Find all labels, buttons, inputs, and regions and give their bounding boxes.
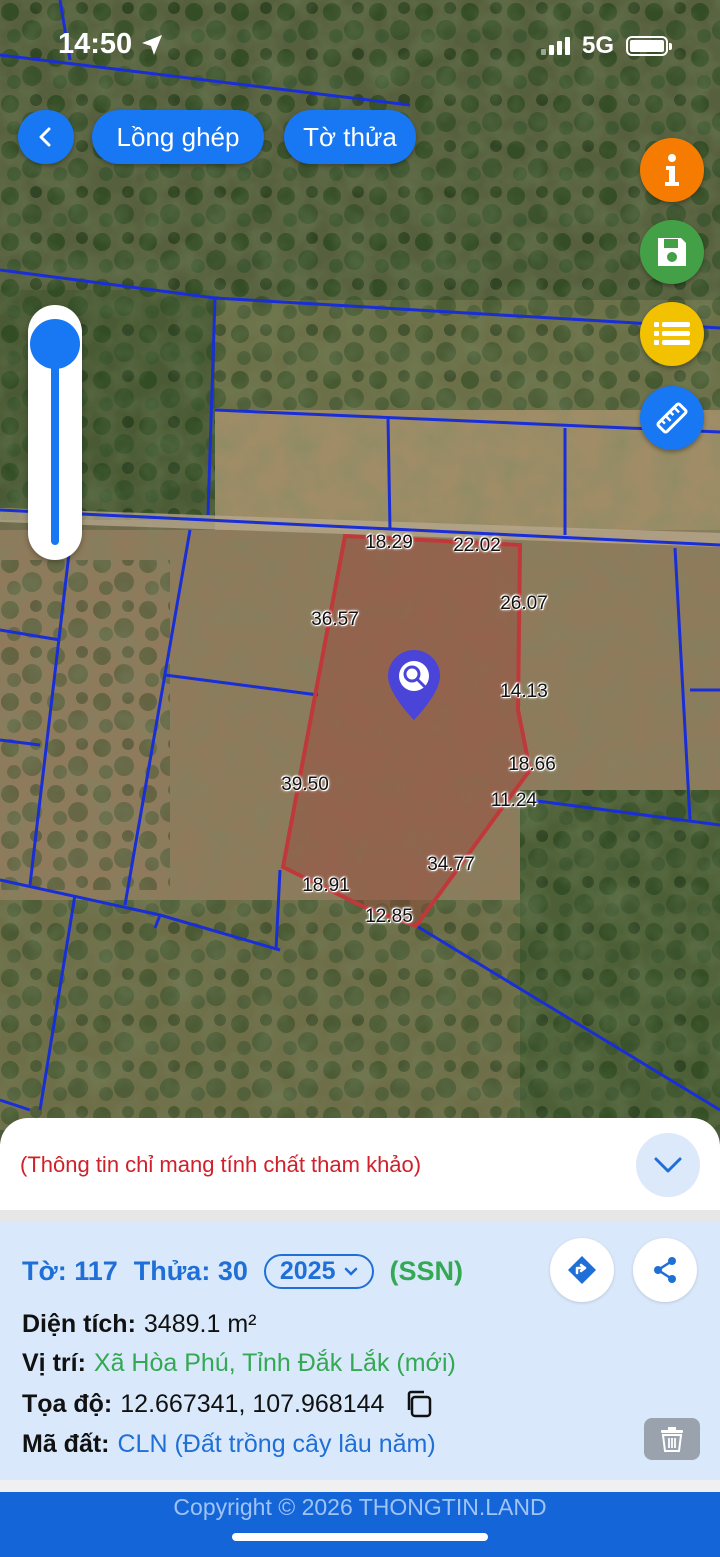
share-icon <box>654 1257 676 1283</box>
location-label: Vị trí: <box>22 1349 86 1377</box>
overlay-button[interactable]: Lồng ghép <box>92 110 264 164</box>
copy-icon[interactable] <box>404 1389 434 1419</box>
network-type: 5G <box>581 32 614 59</box>
zoom-handle[interactable] <box>30 319 80 369</box>
coordinates-label: Tọa độ: <box>22 1389 113 1418</box>
sheet-plot-button[interactable]: Tờ thửa <box>284 110 416 164</box>
battery-icon <box>626 36 672 56</box>
measure-button[interactable] <box>640 386 704 450</box>
save-icon <box>658 238 686 266</box>
trash-icon <box>661 1427 683 1452</box>
zoom-track <box>51 345 59 545</box>
land-code-label: Mã đất: <box>22 1430 110 1458</box>
map-canvas <box>0 0 720 1130</box>
directions-icon <box>568 1256 596 1284</box>
dimension-label: 18.29 <box>365 532 413 553</box>
chevron-left-icon <box>39 127 51 147</box>
sheet-number: Tờ: 117 <box>22 1256 118 1287</box>
list-button[interactable] <box>640 302 704 366</box>
land-code-row: Mã đất: CLN (Đất trồng cây lâu năm) <box>22 1430 436 1459</box>
dimension-label: 39.50 <box>281 774 329 795</box>
dimension-label: 18.66 <box>508 754 556 775</box>
zoom-slider[interactable] <box>28 305 82 560</box>
home-indicator[interactable] <box>232 1533 488 1541</box>
dimension-label: 11.24 <box>490 790 538 811</box>
copyright-text: Copyright © 2026 THONGTIN.LAND <box>173 1494 547 1520</box>
info-button[interactable] <box>640 138 704 202</box>
plot-value: 30 <box>217 1256 248 1286</box>
year-value: 2025 <box>279 1257 336 1285</box>
chevron-down-icon <box>344 1267 357 1276</box>
chevron-down-icon <box>654 1157 682 1173</box>
year-select[interactable]: 2025 <box>263 1254 374 1289</box>
satellite-map[interactable]: 18.29 22.02 26.07 36.57 14.13 18.66 39.5… <box>0 0 720 1130</box>
dimension-label: 14.13 <box>500 681 548 702</box>
plot-label: Thửa: <box>133 1256 211 1286</box>
sheet-label: Tờ: <box>22 1256 67 1286</box>
location-value: Xã Hòa Phú, Tỉnh Đắk Lắk (mới) <box>93 1349 456 1377</box>
plot-number: Thửa: 30 <box>134 1256 248 1287</box>
area-label: Diện tích: <box>22 1310 136 1338</box>
dimension-label: 26.07 <box>500 593 548 614</box>
dimension-label: 34.77 <box>427 854 475 875</box>
footer-divider <box>0 1480 720 1492</box>
directions-button[interactable] <box>550 1238 614 1302</box>
coordinates-value: 12.667341, 107.968144 <box>120 1389 385 1418</box>
back-button[interactable] <box>18 110 74 164</box>
signal-icon <box>540 37 570 55</box>
coordinates-row: Tọa độ: 12.667341, 107.968144 <box>22 1389 434 1419</box>
area-row: Diện tích: 3489.1 m² <box>22 1310 256 1339</box>
status-indicators: 5G <box>540 32 672 60</box>
dimension-label: 18.91 <box>302 875 350 896</box>
info-icon <box>665 154 679 186</box>
dimension-label: 12.85 <box>365 906 413 927</box>
dimension-label: 36.57 <box>311 609 359 630</box>
status-time: 14:50 <box>58 28 164 61</box>
sheet-value: 117 <box>74 1256 118 1286</box>
list-icon <box>654 322 690 345</box>
divider <box>0 1210 720 1222</box>
land-type-code: (SSN) <box>389 1256 464 1286</box>
collapse-button[interactable] <box>636 1133 700 1197</box>
save-button[interactable] <box>640 220 704 284</box>
measure-icon <box>656 402 688 434</box>
delete-button[interactable] <box>644 1418 700 1460</box>
reference-notice: (Thông tin chỉ mang tính chất tham khảo) <box>20 1152 422 1177</box>
parcel-header: Tờ: 117 Thửa: 30 2025 (SSN) <box>22 1254 463 1289</box>
share-button[interactable] <box>633 1238 697 1302</box>
location-arrow-icon <box>142 34 163 55</box>
area-value: 3489.1 m² <box>143 1310 257 1338</box>
clock: 14:50 <box>58 28 133 60</box>
location-row: Vị trí: Xã Hòa Phú, Tỉnh Đắk Lắk (mới) <box>22 1349 456 1378</box>
land-code-value: CLN (Đất trồng cây lâu năm) <box>117 1430 436 1458</box>
dimension-label: 22.02 <box>453 535 501 556</box>
